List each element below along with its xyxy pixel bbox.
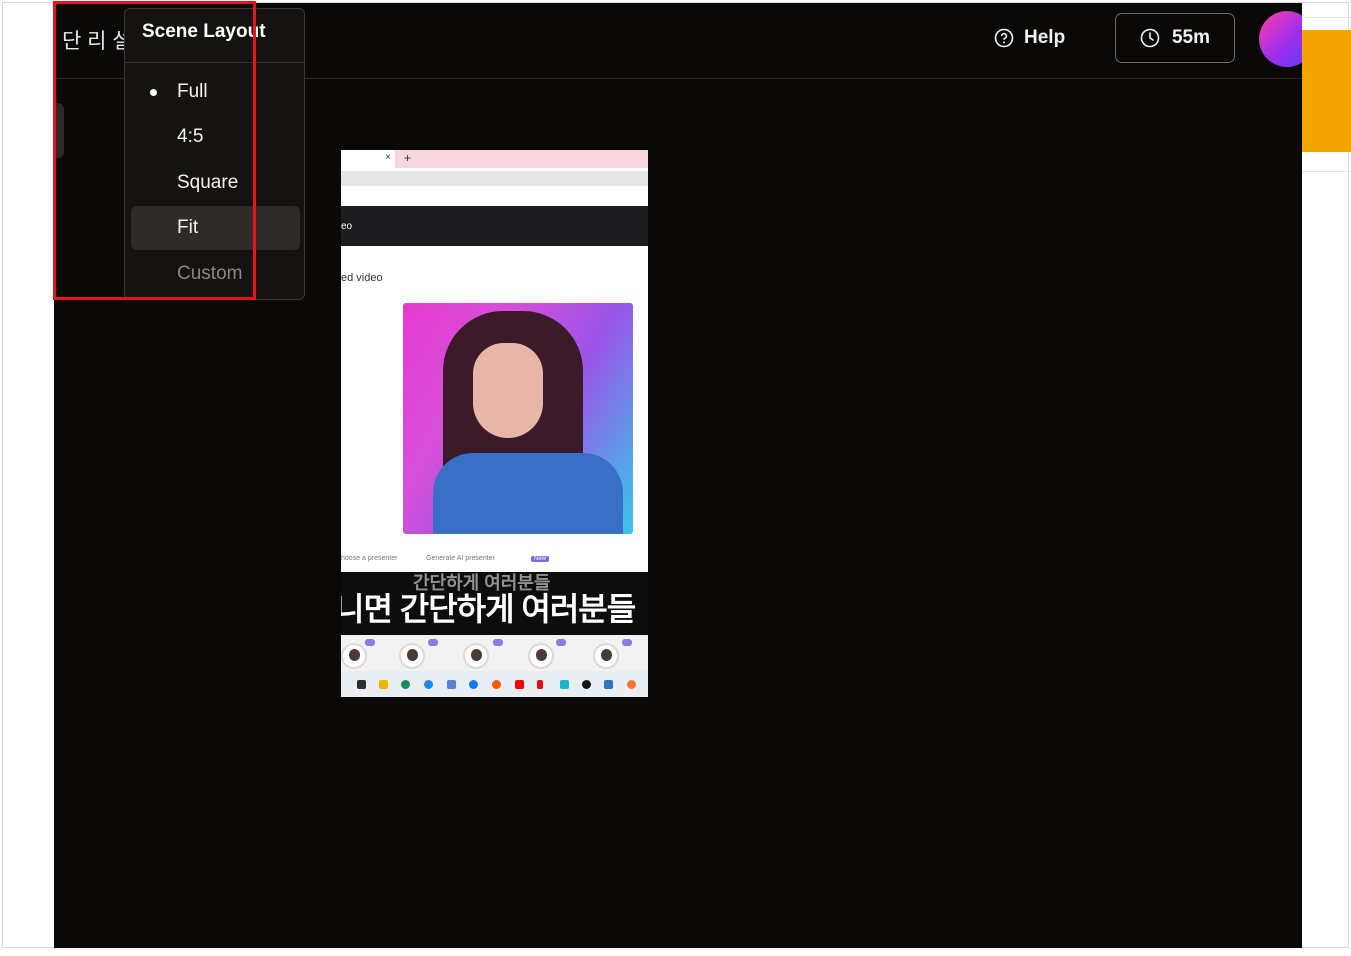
annotation-highlight-box (53, 1, 256, 300)
close-tab-icon: × (385, 152, 391, 163)
presenter-options-row: hoose a presenter Generate AI presenter … (341, 555, 648, 567)
taskbar-app-icon (492, 680, 501, 689)
time-remaining-button[interactable]: 55m (1115, 13, 1235, 63)
new-badge: New (531, 556, 550, 562)
generate-presenter-option: Generate AI presenter (426, 555, 495, 562)
browser-tab-bar: × + (341, 150, 648, 168)
help-circle-icon (994, 28, 1014, 48)
hq-badge-icon (493, 639, 503, 646)
taskbar-app-icon (424, 680, 433, 689)
user-avatar[interactable] (1259, 11, 1302, 67)
hq-badge-icon (556, 639, 566, 646)
taskbar-app-icon (604, 680, 613, 689)
section-label: ed video (341, 272, 383, 284)
page-header-band: eo (341, 206, 648, 246)
taskbar-app-icon (537, 680, 543, 689)
subtitle-large: 니면 간단하게 여러분들 (341, 591, 636, 627)
hq-badge-icon (365, 639, 375, 646)
browser-toolbar (341, 168, 648, 206)
taskbar-app-icon (515, 680, 524, 689)
taskbar-app-icon (469, 680, 478, 689)
timer-label: 55m (1171, 27, 1211, 48)
clock-icon (1140, 28, 1160, 48)
browser-tab: × (341, 150, 395, 168)
presenter-avatar (593, 643, 619, 669)
help-button[interactable]: Help (994, 27, 1065, 49)
presenter-image (403, 303, 633, 534)
taskbar-app-icon (560, 680, 569, 689)
new-tab-icon: + (404, 151, 412, 165)
choose-presenter-option: hoose a presenter (341, 555, 398, 562)
help-label: Help (1024, 27, 1066, 48)
presenter-avatar (399, 643, 425, 669)
jacket-shape (433, 453, 623, 534)
taskbar-app-icon (447, 680, 456, 689)
side-divider (1302, 17, 1351, 18)
hq-badge-icon (428, 639, 438, 646)
presenter-avatar (341, 643, 367, 669)
hq-badge-icon (622, 639, 632, 646)
side-divider (1302, 171, 1351, 172)
face-shape (473, 343, 543, 438)
os-taskbar (341, 671, 648, 697)
taskbar-app-icon (401, 680, 410, 689)
presenter-avatar (463, 643, 489, 669)
address-bar (341, 171, 648, 186)
taskbar-app-icon (582, 680, 591, 689)
scene-preview[interactable]: × + eo ed video hoose a presenter Genera… (341, 150, 648, 697)
presenter-avatar (528, 643, 554, 669)
taskbar-app-icon (379, 680, 388, 689)
subtitle-band: 간단하게 여러분들 니면 간단하게 여러분들 (341, 572, 648, 635)
side-accent-panel (1302, 30, 1351, 152)
taskbar-app-icon (357, 680, 366, 689)
taskbar-app-icon (627, 680, 636, 689)
header-text: eo (341, 221, 353, 232)
presenter-avatar-strip (341, 635, 648, 671)
